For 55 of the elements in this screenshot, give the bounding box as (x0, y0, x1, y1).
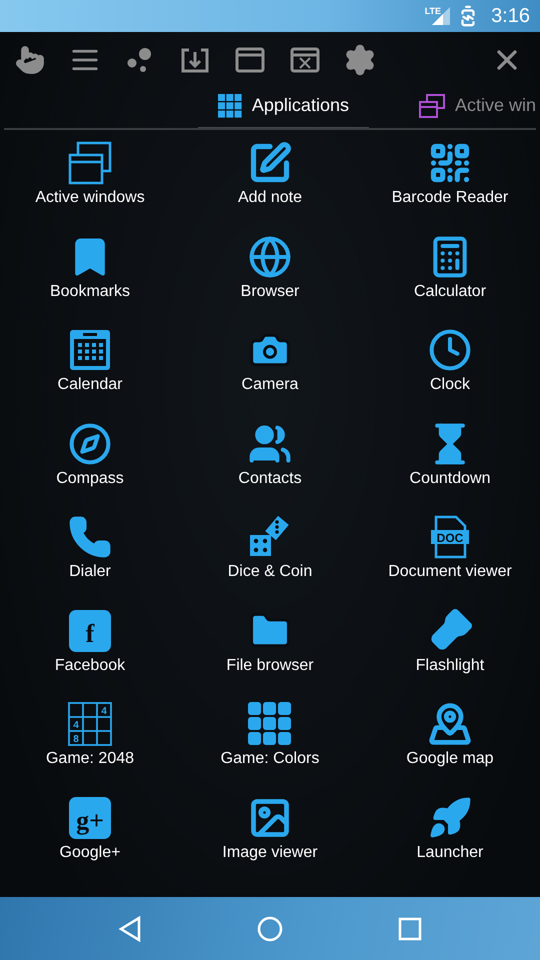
app-shortcut[interactable]: g+ Google+ (0, 794, 180, 888)
network-type: LTE (424, 6, 442, 16)
app-shortcut[interactable]: Image viewer (180, 794, 360, 888)
app-shortcut[interactable]: Launcher (360, 794, 540, 888)
app-shortcut[interactable]: Browser (180, 234, 360, 327)
app-shortcut[interactable]: Calendar (0, 327, 180, 420)
letter-tile-icon: g+ (68, 796, 112, 840)
app-shortcut[interactable]: File browser (180, 608, 360, 701)
qr-code-icon (428, 141, 472, 185)
clock-icon (428, 328, 472, 372)
compass-icon (68, 422, 112, 466)
phone-icon (68, 515, 112, 559)
recents-button[interactable] (398, 916, 422, 940)
app-shortcut[interactable]: Clock (360, 327, 540, 420)
letter-tile-icon: f (68, 608, 112, 652)
window-icon (235, 46, 265, 74)
app-shortcut[interactable]: Bookmarks (0, 234, 180, 327)
app-shortcut[interactable]: Camera (180, 327, 360, 420)
windows-icon (418, 94, 445, 118)
app-shortcut[interactable]: Calculator (360, 234, 540, 327)
close-window-icon (290, 46, 320, 74)
tile-grid-icon (248, 702, 292, 746)
recents-icon (398, 916, 422, 940)
app-shortcut[interactable]: Barcode Reader (360, 140, 540, 234)
app-shortcut[interactable]: Game: Colors (180, 701, 360, 794)
app-shortcut[interactable]: Flashlight (360, 608, 540, 701)
note-pencil-icon (248, 141, 292, 185)
back-icon (118, 916, 142, 942)
app-shortcut[interactable]: f Facebook (0, 608, 180, 701)
windows-icon (68, 141, 112, 185)
calendar-icon (68, 328, 112, 372)
map-icon (428, 702, 472, 746)
dots-icon (126, 46, 154, 74)
rocket-icon (428, 796, 472, 840)
app-shortcut[interactable]: Active windows (0, 140, 180, 234)
number-grid-icon: 4 4 8 (68, 702, 112, 746)
home-button[interactable] (256, 916, 283, 942)
grid-icon (218, 94, 242, 118)
app-shortcut[interactable]: DOC Document viewer (360, 514, 540, 608)
app-shortcut[interactable]: Add note (180, 140, 360, 234)
clock-time: 3:16 (491, 4, 530, 28)
app-shortcut[interactable]: Compass (0, 420, 180, 514)
tab[interactable]: Active win (398, 84, 536, 128)
app-shortcut[interactable]: 4 4 8 Game: 2048 (0, 701, 180, 794)
app-shortcut[interactable]: Countdown (360, 420, 540, 514)
app-shortcut[interactable]: Contacts (180, 420, 360, 514)
tab[interactable]: Applications (198, 84, 369, 128)
download-window-icon (180, 46, 210, 74)
app-shortcut[interactable]: Dialer (0, 514, 180, 608)
hand-pointer-icon (15, 45, 45, 75)
app-shortcut[interactable]: Google map (360, 701, 540, 794)
globe-icon (248, 234, 292, 278)
back-button[interactable] (118, 916, 142, 942)
app-shortcut[interactable]: Dice & Coin (180, 514, 360, 608)
home-icon (256, 916, 283, 942)
